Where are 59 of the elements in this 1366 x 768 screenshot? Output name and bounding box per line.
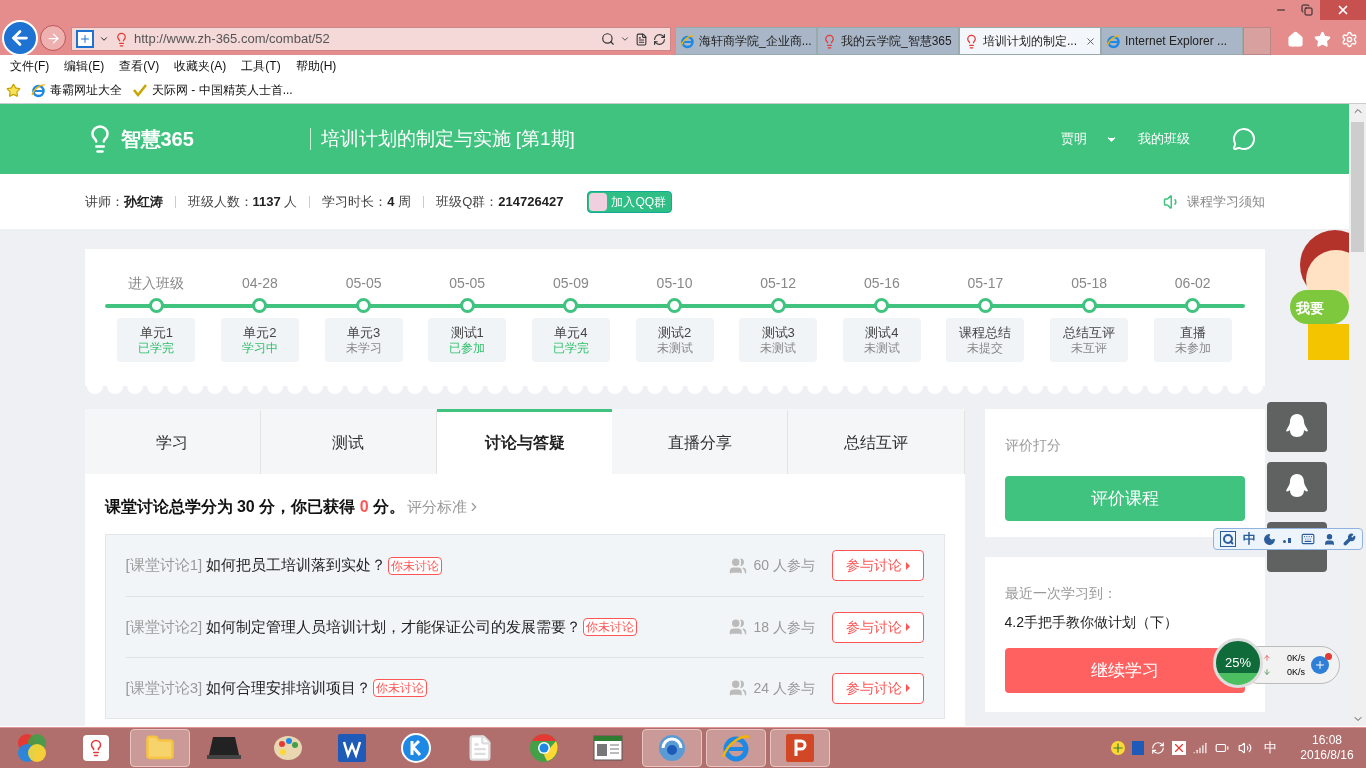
tab-title: 我的云学院_智慧365 xyxy=(841,33,953,50)
step-status: 已学完 xyxy=(552,341,589,356)
step-name: 测试2 xyxy=(657,324,692,341)
score-summary: 课堂讨论总学分为 30 分，你已获得 0 分。 xyxy=(104,497,405,517)
participant-count: 18 人参与 xyxy=(753,617,816,637)
info-text: 学习时长：4 周 xyxy=(322,192,412,211)
participant-count: 24 人参与 xyxy=(753,678,816,698)
timeline-date: 05-05 xyxy=(449,274,486,293)
step-name: 单元3 xyxy=(346,324,381,341)
timeline-date: 05-16 xyxy=(863,274,900,293)
step-status: 未互评 xyxy=(1071,341,1108,356)
info-text: 讲师：孙红涛 xyxy=(84,192,163,211)
url-text: http://www.zh-365.com/combat/52 xyxy=(134,30,331,49)
timeline-date: 进入班级 xyxy=(128,274,185,293)
participant-count: 60 人参与 xyxy=(753,556,816,575)
step-name: 直播 xyxy=(1179,324,1206,341)
step-status: 已参加 xyxy=(449,341,486,356)
mascot-text: 我要 xyxy=(1296,299,1324,318)
clock-time: 16:08 xyxy=(1312,733,1342,748)
step-status: 未提交 xyxy=(967,341,1004,356)
step-status: 未参加 xyxy=(1174,341,1211,356)
step-status: 未测试 xyxy=(863,341,900,356)
info-text: 班级Q群：214726427 xyxy=(436,192,564,211)
step-status: 学习中 xyxy=(241,341,278,356)
recent-lesson: 4.2手把手教你做计划（下） xyxy=(1004,613,1179,632)
course-title: 培训计划的制定与实施 [第1期] xyxy=(320,126,576,151)
info-text: 班级人数：1137 人 xyxy=(187,192,298,211)
timeline-date: 06-02 xyxy=(1174,274,1211,293)
timeline-date: 05-18 xyxy=(1071,274,1107,293)
not-discussed-tag: 你未讨论 xyxy=(373,679,428,697)
rating-label: 评价打分 xyxy=(1004,436,1062,455)
tab-title: 培训计划的制定... xyxy=(983,33,1078,50)
step-status: 已学完 xyxy=(138,341,175,356)
step-status: 未学习 xyxy=(345,341,382,356)
recent-label: 最近一次学习到： xyxy=(1004,584,1118,603)
timeline-date: 05-12 xyxy=(760,274,797,293)
tab-title: Internet Explorer ... xyxy=(1125,33,1229,50)
step-status: 未测试 xyxy=(656,341,693,356)
step-name: 总结互评 xyxy=(1063,324,1116,341)
clock-date: 2016/8/16 xyxy=(1300,748,1354,763)
step-name: 单元1 xyxy=(139,324,173,341)
timeline-date: 05-17 xyxy=(967,274,1004,293)
step-name: 测试4 xyxy=(865,324,899,341)
step-status: 未测试 xyxy=(760,341,797,356)
not-discussed-tag: 你未讨论 xyxy=(583,618,638,636)
step-name: 单元2 xyxy=(243,324,277,341)
step-name: 测试3 xyxy=(761,324,795,341)
step-name: 课程总结 xyxy=(959,324,1012,341)
step-name: 测试1 xyxy=(450,324,484,341)
not-discussed-tag: 你未讨论 xyxy=(388,556,443,575)
upload-speed: 0K/s xyxy=(1287,652,1305,665)
timeline-date: 05-09 xyxy=(552,274,589,293)
timeline-date: 05-05 xyxy=(345,274,382,293)
timeline-date: 04-28 xyxy=(242,274,278,293)
site-logo: 智慧365 xyxy=(120,127,195,152)
timeline-date: 05-10 xyxy=(656,274,693,293)
step-name: 单元4 xyxy=(554,324,588,341)
download-speed: 0K/s xyxy=(1287,666,1305,679)
tab-title: 海轩商学院_企业商... xyxy=(699,33,812,50)
